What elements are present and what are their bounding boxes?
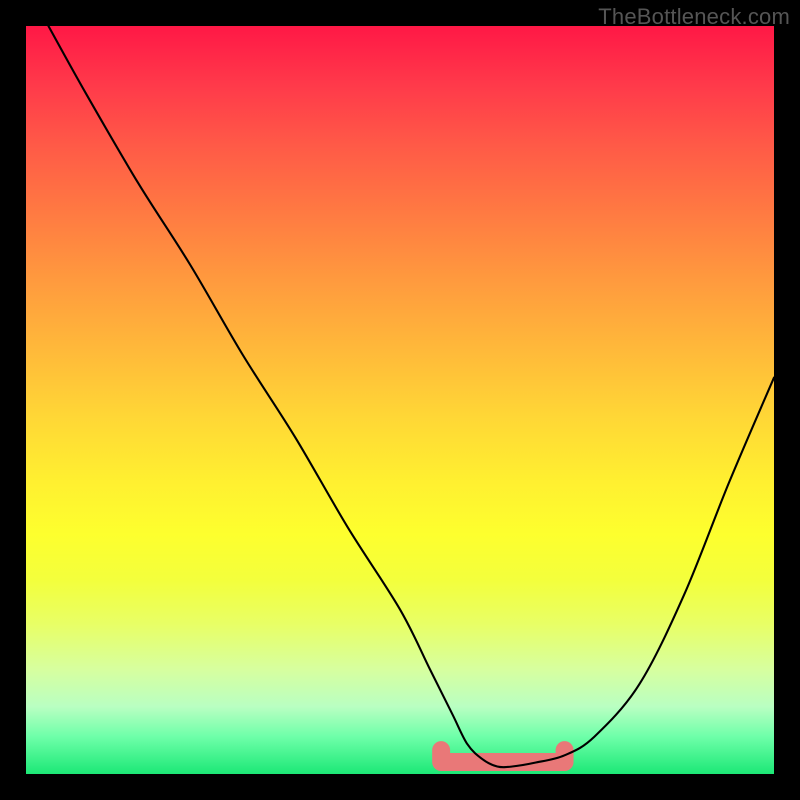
curve-layer — [26, 26, 774, 774]
chart-plot-area — [26, 26, 774, 774]
bottleneck-curve-line — [48, 26, 774, 767]
